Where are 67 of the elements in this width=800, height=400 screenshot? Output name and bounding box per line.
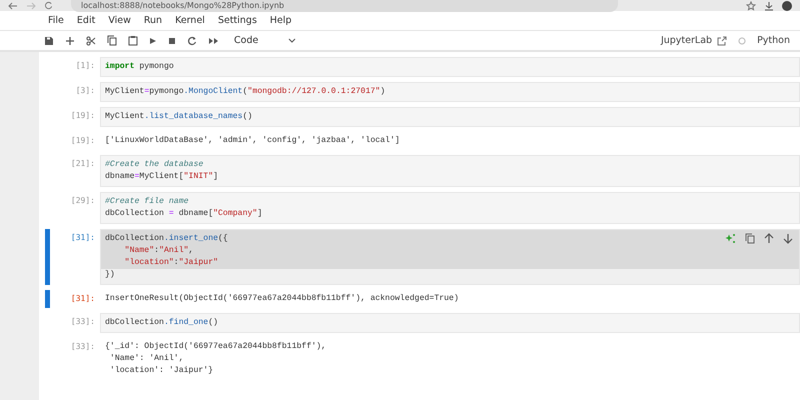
kernel-status-icon <box>738 36 746 44</box>
menu-item[interactable]: View <box>108 15 131 26</box>
code-line: }) <box>105 269 115 281</box>
external-link-icon[interactable] <box>717 36 728 46</box>
execution-count: [31]: <box>70 293 96 305</box>
restart-icon[interactable] <box>187 36 197 46</box>
back-icon[interactable] <box>8 2 18 10</box>
code-line: "location":"Jaipur" <box>124 257 218 269</box>
code-line: dbCollection.insert_one({ <box>105 233 228 245</box>
code-cell-editor[interactable]: import pymongo <box>100 57 800 77</box>
execution-count: [31]: <box>70 232 96 244</box>
execution-count: [21]: <box>70 158 96 170</box>
code-cell-editor[interactable]: MyClient=pymongo.MongoClient("mongodb://127.0.0.1:27017") <box>100 82 800 102</box>
plus-icon[interactable] <box>65 36 75 46</box>
execution-count: [3]: <box>74 85 96 97</box>
output-line: {'_id': ObjectId('66977ea67a2044bb8fb11bff'), <box>105 341 326 353</box>
cell-type-dropdown[interactable]: Code <box>232 35 298 46</box>
move-down-icon[interactable] <box>783 233 793 244</box>
menu-item[interactable]: Help <box>270 15 292 26</box>
active-cell-marker <box>45 290 50 308</box>
output-line: 'Name': 'Anil', <box>108 353 184 365</box>
avatar-icon[interactable] <box>782 0 792 10</box>
save-icon[interactable] <box>44 36 54 46</box>
kernel-name[interactable]: Python <box>757 35 790 46</box>
execution-count: [19]: <box>70 110 96 122</box>
execution-count: [19]: <box>70 135 96 147</box>
execution-count: [33]: <box>70 341 96 353</box>
output-line: InsertOneResult(ObjectId('66977ea67a2044bb8fb11bff'), acknowledged=True) <box>105 293 459 305</box>
code-line: MyClient=pymongo.MongoClient("mongodb://127.0.0.1:27017") <box>105 86 386 98</box>
menu-item[interactable]: File <box>48 15 64 26</box>
execution-count: [1]: <box>74 60 96 72</box>
code-line: MyClient.list_database_names() <box>105 111 252 123</box>
move-up-icon[interactable] <box>764 233 774 244</box>
code-line: dbname=MyClient["INIT"] <box>105 171 218 183</box>
menu-item[interactable]: Run <box>144 15 162 26</box>
code-line: #Create file name <box>105 196 189 208</box>
fast-forward-icon[interactable] <box>208 36 219 44</box>
code-line: #Create the database <box>105 159 204 171</box>
duplicate-icon[interactable] <box>745 233 755 244</box>
code-cell-editor[interactable]: dbCollection.find_one() <box>100 313 800 333</box>
paste-icon[interactable] <box>128 35 138 46</box>
chevron-icon[interactable] <box>288 38 296 43</box>
menu-item[interactable]: Edit <box>76 15 96 26</box>
address-bar[interactable]: localhost:8888/notebooks/Mongo%28Python.ipynb <box>71 0 618 12</box>
code-cell-editor[interactable]: #Create the database dbname=MyClient["INIT"] <box>100 155 800 187</box>
execution-count: [29]: <box>70 195 96 207</box>
download-icon[interactable] <box>764 0 774 10</box>
code-line: dbCollection.find_one() <box>105 317 218 329</box>
active-cell-marker <box>45 229 50 285</box>
output-line: 'location': 'Jaipur'} <box>108 365 214 377</box>
code-line: import pymongo <box>105 61 174 73</box>
execution-count: [33]: <box>70 316 96 328</box>
menu-item[interactable]: Settings <box>218 15 257 26</box>
code-line: "Name":"Anil", <box>124 245 194 257</box>
copy-icon[interactable] <box>107 35 117 46</box>
stop-icon[interactable] <box>168 36 176 44</box>
star-icon[interactable] <box>746 0 756 10</box>
code-line: dbCollection = dbname["Company"] <box>105 208 262 220</box>
jupyterlab-link[interactable]: JupyterLab <box>660 35 712 46</box>
refresh-icon[interactable] <box>44 1 53 10</box>
output-line: ['LinuxWorldDataBase', 'admin', 'config', 'jazbaa', 'local'] <box>105 135 400 147</box>
code-cell-editor[interactable]: MyClient.list_database_names() <box>100 107 800 127</box>
code-cell-editor[interactable]: dbCollection.insert_one({ "Name":"Anil", "location":"Jaipur" }) <box>100 229 800 285</box>
run-icon[interactable] <box>149 36 157 44</box>
menu-item[interactable]: Kernel <box>175 15 205 26</box>
code-cell-editor[interactable]: #Create file name dbCollection = dbname["Company"] <box>100 192 800 224</box>
cut-icon[interactable] <box>86 36 96 46</box>
